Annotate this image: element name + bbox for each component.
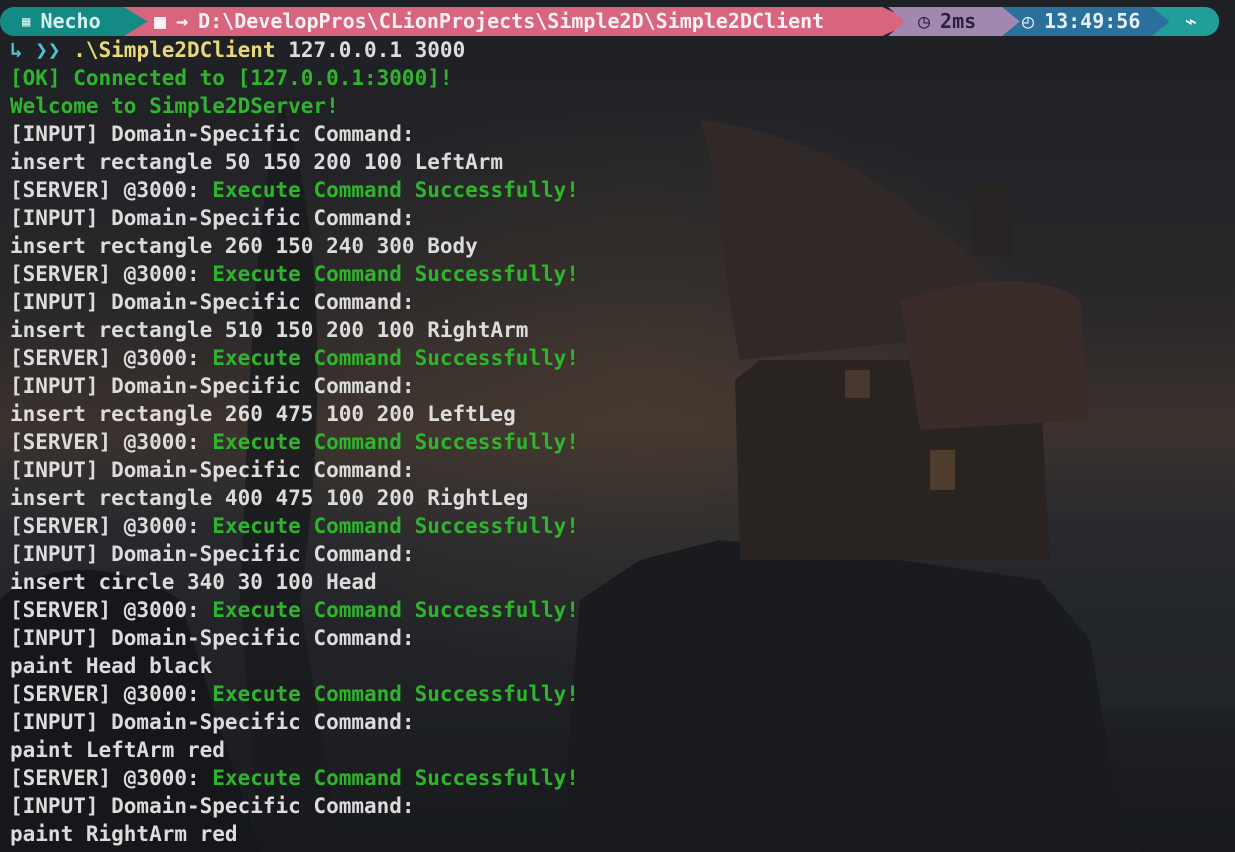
prompt-time: 13:49:56	[1044, 9, 1141, 33]
user-command: insert rectangle 260 150 240 300 Body	[10, 234, 478, 258]
output-line-input: [INPUT] Domain-Specific Command:	[10, 456, 579, 484]
user-command: insert circle 340 30 100 Head	[10, 570, 377, 594]
server-message: Execute Command Successfully!	[212, 262, 579, 286]
user-command: paint RightArm red	[10, 822, 238, 846]
input-prompt: [INPUT] Domain-Specific Command:	[10, 122, 415, 146]
server-message: Execute Command Successfully!	[212, 430, 579, 454]
output-line-input: [INPUT] Domain-Specific Command:	[10, 792, 579, 820]
output-line-cmd: paint Head black	[10, 652, 579, 680]
pulse-icon: ⌁	[1185, 9, 1198, 33]
user-command: insert rectangle 400 475 100 200 RightLe…	[10, 486, 529, 510]
output-line-cmd: insert rectangle 260 150 240 300 Body	[10, 232, 579, 260]
output-line-input: [INPUT] Domain-Specific Command:	[10, 372, 579, 400]
server-message: Execute Command Successfully!	[212, 346, 579, 370]
timer-icon: ◷	[918, 9, 931, 33]
server-prefix: [SERVER] @3000:	[10, 346, 213, 370]
prompt-path: D:\DevelopPros\CLionProjects\Simple2D\Si…	[198, 9, 825, 33]
server-prefix: [SERVER] @3000:	[10, 514, 213, 538]
output-line-input: [INPUT] Domain-Specific Command:	[10, 288, 579, 316]
ok-message: Welcome to Simple2DServer!	[10, 94, 339, 118]
server-message: Execute Command Successfully!	[212, 598, 579, 622]
output-line-cmd: insert rectangle 260 475 100 200 LeftLeg	[10, 400, 579, 428]
server-prefix: [SERVER] @3000:	[10, 178, 213, 202]
output-line-cmd: paint RightArm red	[10, 820, 579, 848]
ok-message: [OK] Connected to [127.0.0.1:3000]!	[10, 66, 453, 90]
output-line-server: [SERVER] @3000: Execute Command Successf…	[10, 176, 579, 204]
input-prompt: [INPUT] Domain-Specific Command:	[10, 794, 415, 818]
terminal-output[interactable]: ↳ ❯❯ .\Simple2DClient 127.0.0.1 3000 [OK…	[10, 36, 579, 848]
user-command: paint Head black	[10, 654, 213, 678]
arrow-right-icon: →	[176, 9, 189, 33]
input-prompt: [INPUT] Domain-Specific Command:	[10, 458, 415, 482]
prompt-clock-segment: ◴ 13:49:56	[1002, 7, 1180, 36]
output-line-input: [INPUT] Domain-Specific Command:	[10, 540, 579, 568]
folder-icon: ■	[154, 9, 167, 33]
output-line-server: [SERVER] @3000: Execute Command Successf…	[10, 428, 579, 456]
output-line-cmd: insert rectangle 50 150 200 100 LeftArm	[10, 148, 579, 176]
server-prefix: [SERVER] @3000:	[10, 430, 213, 454]
output-line-server: [SERVER] @3000: Execute Command Successf…	[10, 260, 579, 288]
output-line-ok: [OK] Connected to [127.0.0.1:3000]!	[10, 64, 579, 92]
server-message: Execute Command Successfully!	[212, 178, 579, 202]
server-message: Execute Command Successfully!	[212, 514, 579, 538]
output-line-input: [INPUT] Domain-Specific Command:	[10, 708, 579, 736]
output-line-cmd: paint LeftArm red	[10, 736, 579, 764]
output-line-server: [SERVER] @3000: Execute Command Successf…	[10, 596, 579, 624]
input-prompt: [INPUT] Domain-Specific Command:	[10, 290, 415, 314]
server-prefix: [SERVER] @3000:	[10, 262, 213, 286]
user-command: paint LeftArm red	[10, 738, 225, 762]
prompt-symbol: ↳ ❯❯	[10, 38, 61, 62]
user-command: insert rectangle 50 150 200 100 LeftArm	[10, 150, 504, 174]
input-prompt: [INPUT] Domain-Specific Command:	[10, 374, 415, 398]
command-arg-host: 127.0.0.1	[288, 38, 402, 62]
server-prefix: [SERVER] @3000:	[10, 682, 213, 706]
output-line-server: [SERVER] @3000: Execute Command Successf…	[10, 512, 579, 540]
prompt-user: Necho	[40, 9, 101, 33]
output-line-input: [INPUT] Domain-Specific Command:	[10, 624, 579, 652]
output-line-server: [SERVER] @3000: Execute Command Successf…	[10, 764, 579, 792]
output-line-input: [INPUT] Domain-Specific Command:	[10, 120, 579, 148]
user-command: insert rectangle 260 475 100 200 LeftLeg	[10, 402, 516, 426]
input-prompt: [INPUT] Domain-Specific Command:	[10, 542, 415, 566]
command-line: ↳ ❯❯ .\Simple2DClient 127.0.0.1 3000	[10, 36, 579, 64]
output-line-server: [SERVER] @3000: Execute Command Successf…	[10, 344, 579, 372]
server-message: Execute Command Successfully!	[212, 766, 579, 790]
command-executable: .\Simple2DClient	[73, 38, 276, 62]
prompt-path-segment: ■ → D:\DevelopPros\CLionProjects\Simple2D\…	[124, 7, 914, 36]
command-arg-port: 3000	[414, 38, 466, 62]
prompt-user-segment: ▦ Necho	[0, 7, 150, 36]
clock-icon: ◴	[1022, 9, 1035, 33]
input-prompt: [INPUT] Domain-Specific Command:	[10, 626, 415, 650]
input-prompt: [INPUT] Domain-Specific Command:	[10, 206, 415, 230]
output-line-ok: Welcome to Simple2DServer!	[10, 92, 579, 120]
windows-icon: ▦	[22, 14, 31, 30]
server-prefix: [SERVER] @3000:	[10, 766, 213, 790]
output-line-cmd: insert rectangle 510 150 200 100 RightAr…	[10, 316, 579, 344]
output-line-input: [INPUT] Domain-Specific Command:	[10, 204, 579, 232]
output-line-server: [SERVER] @3000: Execute Command Successf…	[10, 680, 579, 708]
output-line-cmd: insert rectangle 400 475 100 200 RightLe…	[10, 484, 579, 512]
prompt-duration: 2ms	[940, 9, 977, 33]
server-prefix: [SERVER] @3000:	[10, 598, 213, 622]
user-command: insert rectangle 510 150 200 100 RightAr…	[10, 318, 529, 342]
output-line-cmd: insert circle 340 30 100 Head	[10, 568, 579, 596]
server-message: Execute Command Successfully!	[212, 682, 579, 706]
input-prompt: [INPUT] Domain-Specific Command:	[10, 710, 415, 734]
